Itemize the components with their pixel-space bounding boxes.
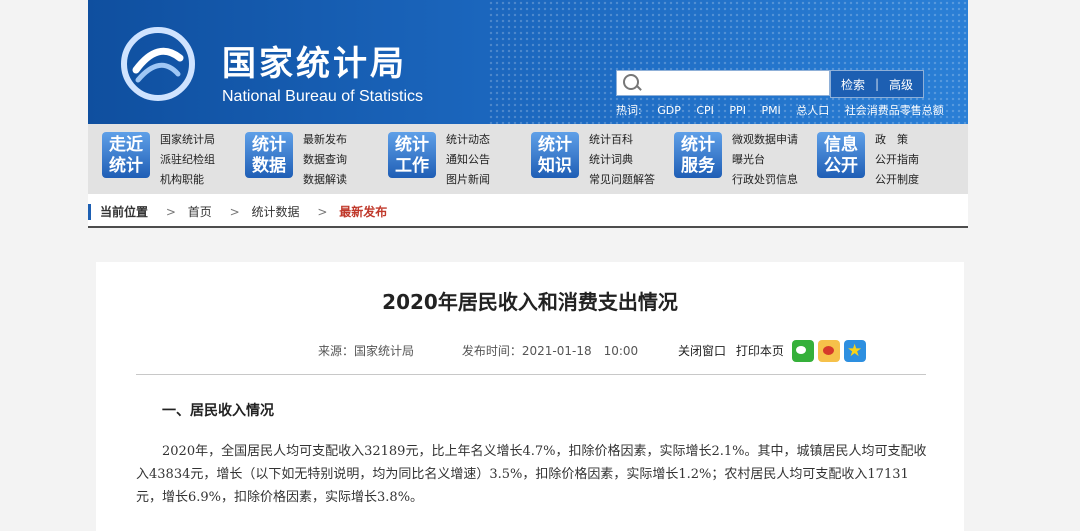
- breadcrumb-stats-data[interactable]: 统计数据: [251, 205, 299, 219]
- site-title-en[interactable]: National Bureau of Statistics: [222, 88, 423, 106]
- breadcrumb-current[interactable]: 最新发布: [339, 205, 387, 219]
- breadcrumb-arrow: >: [165, 205, 176, 219]
- article-divider: [136, 374, 926, 375]
- site-title-cn[interactable]: 国家统计局: [222, 36, 407, 85]
- search-icon: [623, 74, 639, 90]
- qzone-share-icon[interactable]: [844, 340, 866, 362]
- nav-link[interactable]: 机构职能: [160, 170, 215, 190]
- nav-badge-service[interactable]: 统计 服务: [674, 132, 722, 178]
- hot-terms-label: 热词:: [616, 104, 642, 117]
- nav-link[interactable]: 派驻纪检组: [160, 150, 215, 170]
- search-box: [616, 70, 830, 96]
- wechat-share-icon[interactable]: [792, 340, 814, 362]
- nav-link[interactable]: 图片新闻: [446, 170, 490, 190]
- main-nav: 走近 统计 国家统计局 派驻纪检组 机构职能 统计 数据 最新发布 数据查询 数据解…: [88, 124, 968, 194]
- nav-link[interactable]: 数据解读: [303, 170, 347, 190]
- hot-terms: 热词: GDP CPI PPI PMI 总人口 社会消费品零售总额: [616, 102, 956, 118]
- breadcrumb-label: 当前位置: [100, 205, 149, 219]
- nbs-logo-icon: [121, 27, 195, 101]
- breadcrumb-marker: [88, 204, 91, 220]
- nav-badge-disclosure[interactable]: 信息 公开: [817, 132, 865, 178]
- nav-badge-data[interactable]: 统计 数据: [245, 132, 293, 178]
- nav-badge-about[interactable]: 走近 统计: [102, 132, 150, 178]
- nav-link[interactable]: 最新发布: [303, 130, 347, 150]
- print-page-link[interactable]: 打印本页: [736, 344, 784, 358]
- nav-badge-work[interactable]: 统计 工作: [388, 132, 436, 178]
- nav-link[interactable]: 数据查询: [303, 150, 347, 170]
- nav-link[interactable]: 公开制度: [875, 170, 919, 190]
- hot-term-link[interactable]: GDP: [657, 104, 681, 117]
- advanced-search-button[interactable]: 高级: [889, 76, 913, 93]
- breadcrumb-arrow: >: [229, 205, 240, 219]
- nav-link[interactable]: 国家统计局: [160, 130, 215, 150]
- nav-link[interactable]: 行政处罚信息: [732, 170, 798, 190]
- nav-link[interactable]: 常见问题解答: [589, 170, 655, 190]
- section-heading: 一、居民收入情况: [162, 403, 274, 419]
- nav-link[interactable]: 曝光台: [732, 150, 798, 170]
- nav-link[interactable]: 统计百科: [589, 130, 655, 150]
- article-paragraph: 2020年，全国居民人均可支配收入32189元，比上年名义增长4.7%，扣除价格…: [136, 444, 927, 505]
- hot-term-link[interactable]: 社会消费品零售总额: [845, 104, 944, 117]
- search-button-group: 检索 | 高级: [830, 70, 924, 98]
- nav-link[interactable]: 公开指南: [875, 150, 919, 170]
- close-window-link[interactable]: 关闭窗口: [678, 344, 726, 358]
- nav-link[interactable]: 统计词典: [589, 150, 655, 170]
- hot-term-link[interactable]: CPI: [696, 104, 714, 117]
- nav-link[interactable]: 统计动态: [446, 130, 490, 150]
- hot-term-link[interactable]: 总人口: [796, 104, 829, 117]
- nav-link[interactable]: 政 策: [875, 130, 919, 150]
- hot-term-link[interactable]: PPI: [729, 104, 746, 117]
- nav-link[interactable]: 微观数据申请: [732, 130, 798, 150]
- breadcrumb: 当前位置 > 首页 > 统计数据 > 最新发布: [88, 194, 968, 228]
- nav-badge-knowledge[interactable]: 统计 知识: [531, 132, 579, 178]
- breadcrumb-home[interactable]: 首页: [188, 205, 212, 219]
- weibo-share-icon[interactable]: [818, 340, 840, 362]
- search-input[interactable]: [643, 73, 827, 93]
- hot-term-link[interactable]: PMI: [761, 104, 780, 117]
- article-meta: 来源：国家统计局 发布时间：2021-01-18 10:00: [318, 342, 682, 359]
- nav-link[interactable]: 通知公告: [446, 150, 490, 170]
- article-title: 2020年居民收入和消费支出情况: [382, 290, 678, 314]
- article: 2020年居民收入和消费支出情况 来源：国家统计局 发布时间：2021-01-1…: [96, 262, 964, 531]
- article-source: 来源：国家统计局: [318, 344, 415, 358]
- article-tools: 关闭窗口 打印本页: [678, 342, 790, 359]
- site-header: 国家统计局 National Bureau of Statistics 检索 |…: [88, 0, 968, 124]
- search-separator: |: [874, 77, 880, 91]
- article-publish-time: 发布时间：2021-01-18 10:00: [461, 344, 639, 358]
- breadcrumb-arrow: >: [317, 205, 328, 219]
- search-button[interactable]: 检索: [841, 76, 865, 93]
